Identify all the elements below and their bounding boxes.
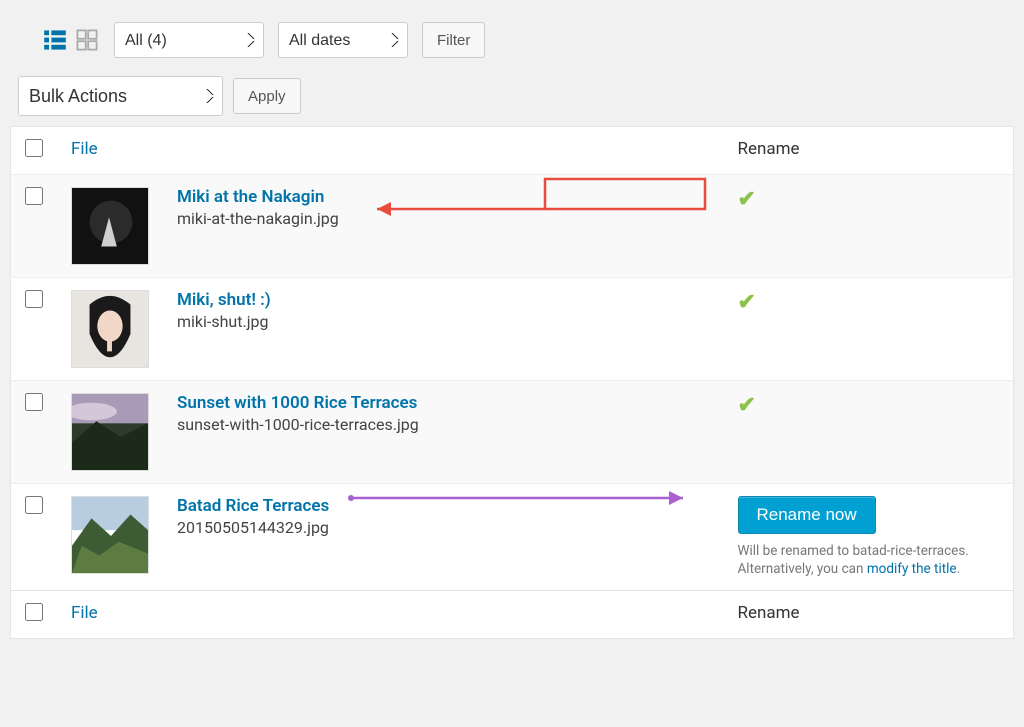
bulk-actions-select[interactable]: Bulk Actions [18,76,223,116]
modify-title-link[interactable]: modify the title [867,561,957,577]
rename-note: Will be renamed to batad-rice-terraces. … [738,542,998,578]
row-checkbox[interactable] [25,496,43,514]
filter-type-select[interactable]: All (4) [114,22,264,58]
filter-dates-select[interactable]: All dates [278,22,408,58]
check-icon: ✔ [738,393,756,418]
media-title-link[interactable]: Miki at the Nakagin [177,187,324,207]
row-checkbox[interactable] [25,290,43,308]
list-view-icon[interactable] [42,27,68,53]
filter-toolbar: All (4) All dates Filter [10,10,1014,72]
table-row: Miki, shut! :) miki-shut.jpg ✔ [11,278,1014,381]
media-table: File Rename Miki at the Nakagin miki-at-… [10,126,1014,639]
row-checkbox[interactable] [25,187,43,205]
bulk-toolbar: Bulk Actions Apply [10,72,1014,126]
select-all-checkbox[interactable] [25,139,43,157]
media-title-link[interactable]: Batad Rice Terraces [177,496,329,516]
table-row: Sunset with 1000 Rice Terraces sunset-wi… [11,381,1014,484]
table-row: Miki at the Nakagin miki-at-the-nakagin.… [11,175,1014,278]
column-header-rename: Rename [724,127,1014,175]
rename-now-button[interactable]: Rename now [738,496,876,534]
check-icon: ✔ [738,187,756,212]
view-switcher [42,27,100,53]
media-title-link[interactable]: Sunset with 1000 Rice Terraces [177,393,417,413]
filter-button[interactable]: Filter [422,22,485,58]
column-footer-rename: Rename [724,591,1014,639]
select-all-checkbox-footer[interactable] [25,603,43,621]
grid-view-icon[interactable] [74,27,100,53]
media-filename: 20150505144329.jpg [177,518,710,537]
thumbnail[interactable] [71,393,149,471]
apply-button[interactable]: Apply [233,78,301,114]
media-filename: miki-shut.jpg [177,312,710,331]
column-footer-file[interactable]: File [57,591,724,639]
media-filename: miki-at-the-nakagin.jpg [177,209,710,228]
media-title-link[interactable]: Miki, shut! :) [177,290,271,310]
thumbnail[interactable] [71,290,149,368]
media-filename: sunset-with-1000-rice-terraces.jpg [177,415,710,434]
annotation-purple-arrow [347,488,699,508]
row-checkbox[interactable] [25,393,43,411]
thumbnail[interactable] [71,187,149,265]
column-header-file[interactable]: File [57,127,724,175]
table-row: Batad Rice Terraces 20150505144329.jpg R… [11,484,1014,591]
thumbnail[interactable] [71,496,149,574]
check-icon: ✔ [738,290,756,315]
